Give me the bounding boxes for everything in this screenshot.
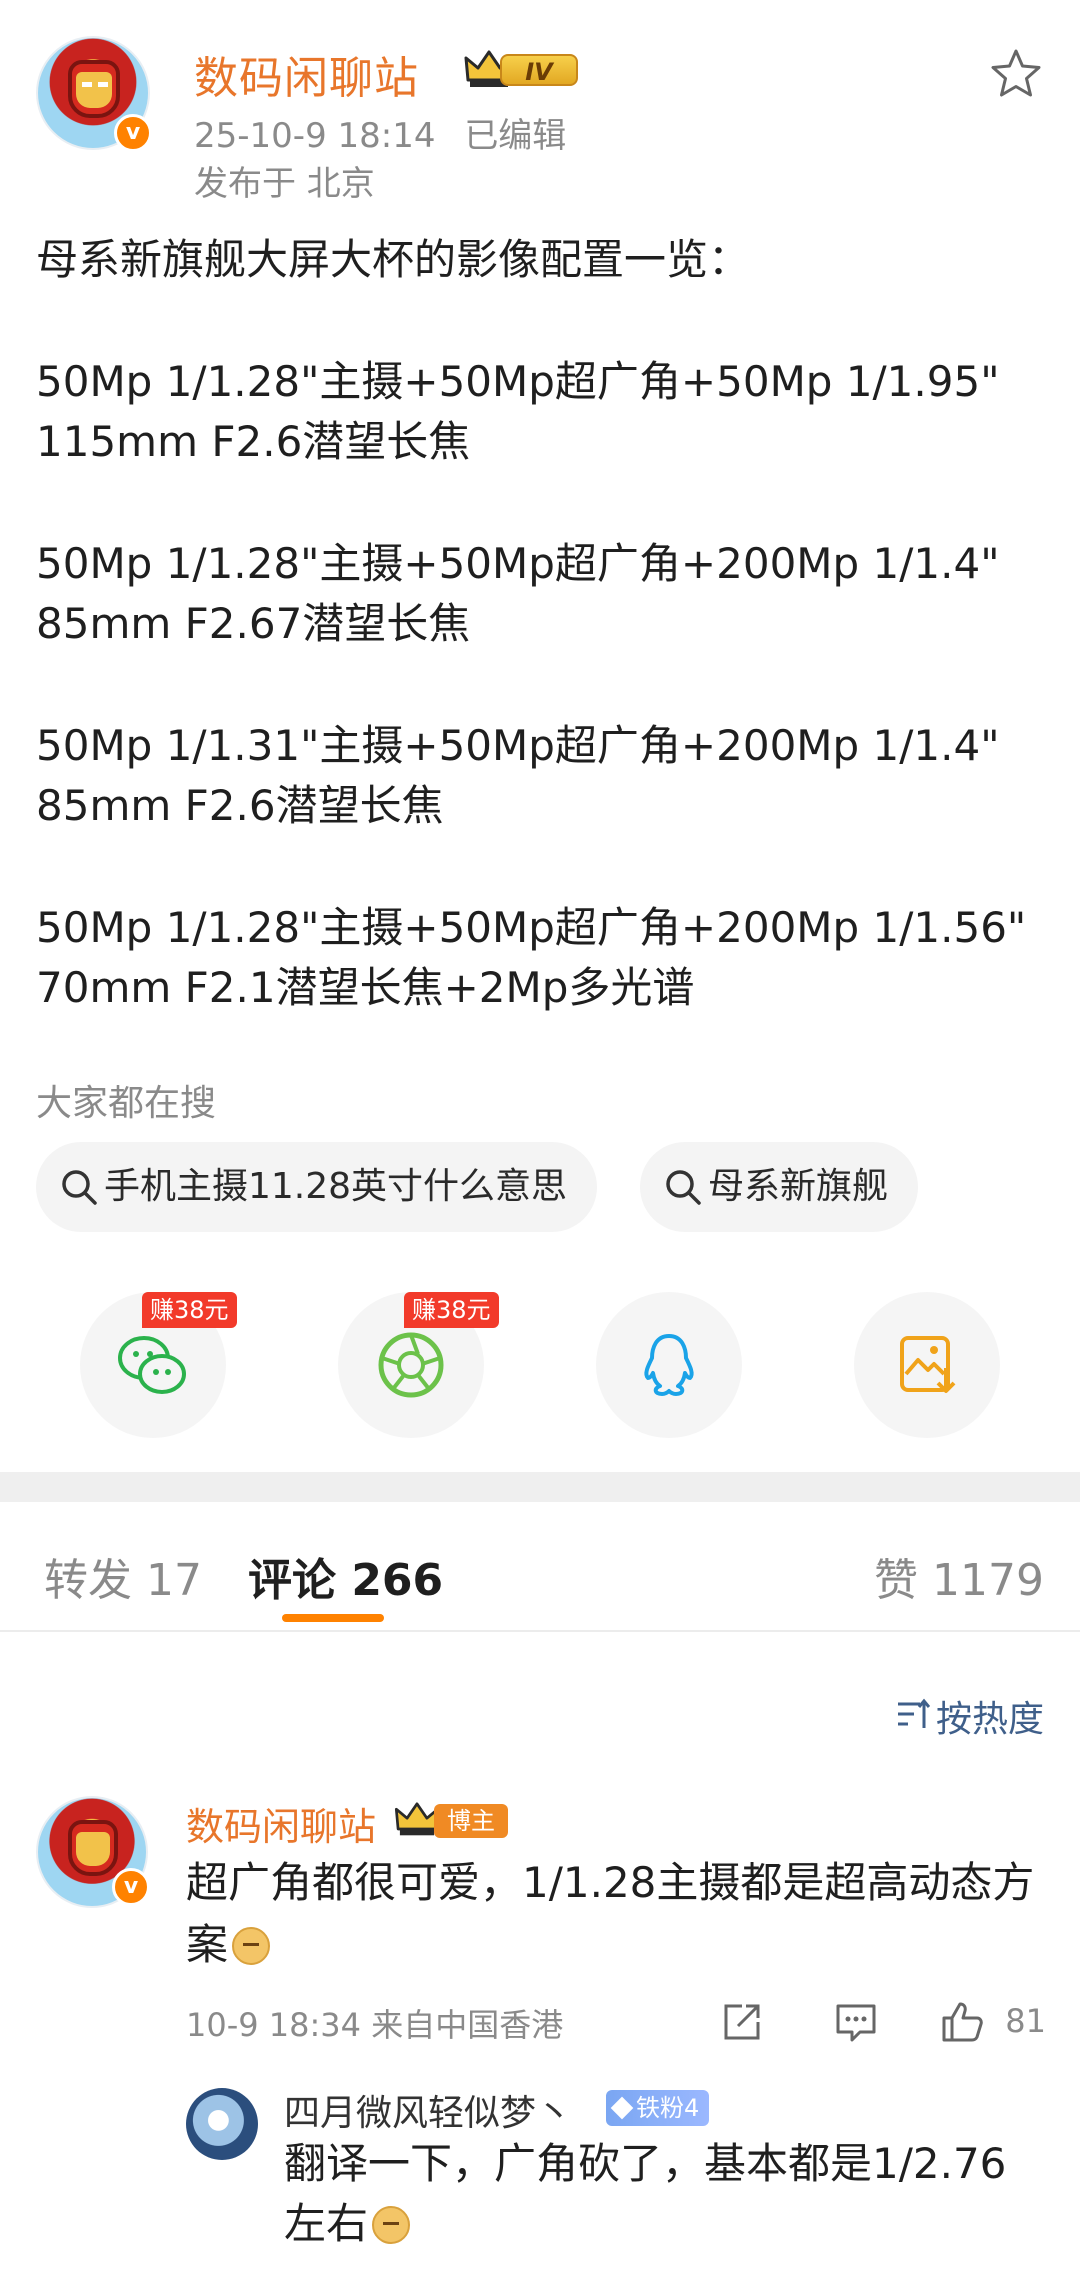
share-icon[interactable] (720, 2000, 764, 2044)
favorite-star-icon[interactable] (988, 46, 1044, 102)
author-name[interactable]: 数码闲聊站 (194, 42, 419, 106)
post-intro: 母系新旗舰大屏大杯的影像配置一览： (36, 235, 751, 284)
post-timestamp: 25-10-9 18:14 (194, 116, 436, 156)
comment-meta: 10-9 18:34 来自中国香港 (186, 2006, 564, 2044)
qq-icon (644, 1334, 694, 1396)
search-chip-1[interactable]: 手机主摄11.28英寸什么意思 (36, 1142, 598, 1232)
ironman-eye-right (98, 82, 108, 87)
reply-text: 翻译一下，广角砍了，基本都是1/2.76左右 (284, 2134, 1044, 2254)
replier-avatar[interactable] (186, 2088, 258, 2160)
save-image-icon (900, 1336, 956, 1393)
verified-icon: v (112, 1868, 150, 1906)
level-badge: IV (464, 48, 582, 92)
tab-comments[interactable]: 评论 266 (248, 1544, 443, 1608)
sort-icon (897, 1698, 930, 1728)
share-qq-button[interactable] (596, 1292, 742, 1438)
search-chip-2[interactable]: 母系新旗舰 (640, 1142, 919, 1232)
replier-name[interactable]: 四月微风轻似梦丶 (284, 2084, 572, 2136)
comment-like-count: 81 (1005, 2002, 1046, 2040)
fan-level-badge: 铁粉4 (606, 2090, 710, 2126)
fan-badge-label: 铁粉4 (636, 2094, 700, 2122)
reply-item: 四月微风轻似梦丶 铁粉4 翻译一下，广角砍了，基本都是1/2.76左右 (186, 2084, 1046, 2274)
sort-by-hot-button[interactable]: 按热度 (897, 1690, 1044, 1742)
post-body: 母系新旗舰大屏大杯的影像配置一览： 50Mp 1/1.28"主摄+50Mp超广角… (36, 230, 1046, 1018)
ironman-eye-left (82, 82, 92, 87)
ironman-mask (76, 1832, 110, 1866)
ironman-mask (76, 72, 112, 108)
post-meta: 25-10-9 18:14 已编辑 (194, 108, 566, 157)
search-icon (666, 1170, 701, 1205)
search-icon (62, 1170, 97, 1205)
active-tab-indicator (282, 1614, 384, 1622)
post-config-3: 50Mp 1/1.31"主摄+50Mp超广角+200Mp 1/1.4" 85mm… (36, 721, 1000, 830)
like-icon[interactable] (940, 2000, 984, 2044)
post-config-1: 50Mp 1/1.28"主摄+50Mp超广角+50Mp 1/1.95" 115m… (36, 357, 1000, 466)
search-chip-2-label: 母系新旗舰 (708, 1166, 889, 1207)
interaction-tabs: 转发 17 评论 266 赞 1179 (0, 1502, 1080, 1632)
author-badge: 博主 (394, 1800, 512, 1840)
post-config-4: 50Mp 1/1.28"主摄+50Mp超广角+200Mp 1/1.56" 70m… (36, 903, 1027, 1012)
commenter-name[interactable]: 数码闲聊站 (186, 1796, 376, 1851)
earn-reward-tag: 赚38元 (404, 1292, 499, 1328)
save-image-button[interactable] (854, 1292, 1000, 1438)
reply-comment-icon[interactable] (834, 2000, 878, 2044)
doge-emoji-icon (372, 2206, 411, 2244)
search-section-title: 大家都在搜 (36, 1083, 217, 1124)
edited-label: 已编辑 (464, 116, 567, 156)
earn-reward-tag: 赚38元 (142, 1292, 237, 1328)
post-location: 发布于 北京 (194, 164, 375, 204)
doge-emoji-icon (232, 1927, 271, 1965)
sort-label: 按热度 (935, 1699, 1044, 1740)
tab-repost[interactable]: 转发 17 (44, 1544, 202, 1608)
moments-icon (378, 1332, 444, 1398)
comment-text-content: 超广角都很可爱，1/1.28主摄都是超高动态方案 (186, 1858, 1035, 1969)
wechat-icon (118, 1336, 186, 1394)
comment-item: v 数码闲聊站 博主 超广角都很可爱，1/1.28主摄都是超高动态方案 10-9… (36, 1792, 1046, 2092)
section-divider (0, 1472, 1080, 1502)
comment-text: 超广角都很可爱，1/1.28主摄都是超高动态方案 (186, 1852, 1066, 1976)
diamond-icon (610, 2096, 634, 2120)
search-chip-1-label: 手机主摄11.28英寸什么意思 (104, 1166, 568, 1207)
tab-likes[interactable]: 赞 1179 (874, 1544, 1044, 1608)
verified-icon: v (114, 114, 152, 152)
author-badge-label: 博主 (434, 1804, 508, 1838)
post-header: v 数码闲聊站 IV 25-10-9 18:14 已编辑 发布于 北京 (36, 36, 1044, 206)
post-config-2: 50Mp 1/1.28"主摄+50Mp超广角+200Mp 1/1.4" 85mm… (36, 539, 1000, 648)
level-text: IV (500, 54, 578, 86)
